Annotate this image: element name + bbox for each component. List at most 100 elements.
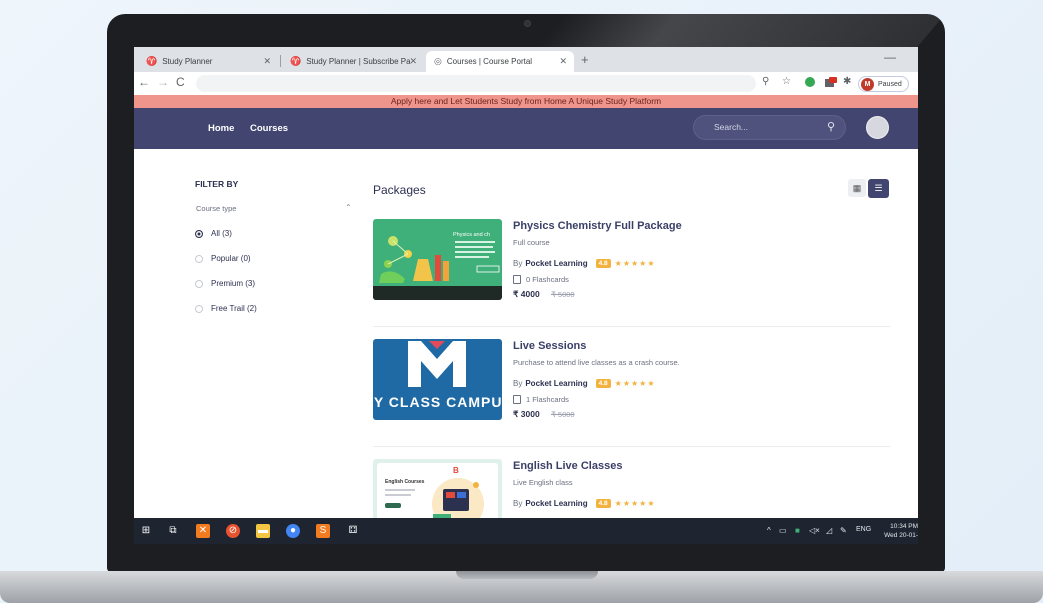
close-tab-icon[interactable]: ✕ — [409, 56, 417, 67]
author-name: Pocket Learning — [525, 259, 588, 268]
chrome-icon[interactable]: ● — [286, 524, 300, 538]
radio-unselected[interactable] — [195, 279, 203, 288]
study-planner-icon: ♈ — [146, 56, 158, 66]
browser-tab-bar: ♈ Study Planner ✕ ♈ Study Planner | Subs… — [134, 47, 918, 72]
radio-unselected[interactable] — [195, 254, 203, 263]
laptop-base — [0, 571, 1043, 603]
network-app-icon[interactable]: ⚃ — [346, 524, 360, 538]
thumbnail-caption: Physics and ch — [453, 232, 490, 238]
grid-view-icon[interactable]: ▦ — [848, 179, 866, 197]
volume-icon[interactable]: ◁× — [809, 526, 820, 535]
user-avatar[interactable] — [866, 116, 889, 139]
reload-icon[interactable]: C — [176, 75, 185, 89]
extension-green-icon[interactable] — [805, 77, 815, 87]
svg-text:B: B — [453, 466, 459, 475]
package-author-row: By Pocket Learning 4.8 ★★★★★ — [513, 379, 656, 388]
search-input[interactable] — [714, 122, 814, 132]
profile-avatar: M — [861, 77, 874, 91]
battery-icon[interactable]: ▭ — [779, 526, 787, 535]
package-price: ₹ 4000 ₹ 5000 — [513, 289, 575, 300]
language-indicator[interactable]: ENG — [856, 526, 871, 533]
tab-subscribe-package[interactable]: ♈ Study Planner | Subscribe Packag ✕ — [282, 51, 424, 72]
flashcard-icon — [513, 275, 521, 284]
star-rating-icon: ★★★★★ — [614, 259, 656, 268]
close-tab-icon[interactable]: ✕ — [263, 56, 271, 67]
current-price: ₹ 4000 — [513, 289, 540, 299]
task-view-icon[interactable]: ⧉ — [166, 524, 180, 538]
radio-unselected[interactable] — [195, 304, 203, 313]
filter-option-label: Popular (0) — [211, 254, 251, 263]
package-thumbnail-physics[interactable]: Physics and ch — [373, 219, 502, 300]
laptop-notch — [456, 571, 598, 579]
filter-option-free-trail[interactable]: Free Trail (2) — [195, 304, 257, 313]
old-price: ₹ 5000 — [551, 410, 575, 419]
star-rating-icon: ★★★★★ — [614, 499, 656, 508]
package-card[interactable]: Physics and ch Physics Chemistry Full Pa… — [373, 219, 890, 331]
package-price: ₹ 3000 ₹ 5000 — [513, 409, 575, 420]
tab-separator — [280, 55, 281, 67]
chevron-up-icon[interactable]: ^ — [767, 526, 771, 535]
nav-courses[interactable]: Courses — [250, 123, 288, 134]
package-card[interactable]: MY CLASS CAMPUS Live Sessions Purchase t… — [373, 339, 890, 451]
package-author-row: By Pocket Learning 4.8 ★★★★★ — [513, 259, 656, 268]
packages-heading: Packages — [373, 183, 426, 197]
chevron-up-icon[interactable]: ⌃ — [345, 203, 352, 212]
package-title[interactable]: Physics Chemistry Full Package — [513, 220, 682, 232]
by-label: By — [513, 379, 523, 388]
filter-option-all[interactable]: All (3) — [195, 229, 232, 238]
wifi-icon[interactable]: ◿ — [826, 526, 832, 535]
search-icon[interactable]: ⚲ — [827, 120, 835, 133]
globe-icon: ◎ — [434, 56, 442, 66]
package-title[interactable]: Live Sessions — [513, 340, 586, 352]
windows-start-icon[interactable]: ⊞ — [139, 524, 153, 538]
filter-option-label: All (3) — [211, 229, 232, 238]
back-icon[interactable]: ← — [138, 75, 150, 89]
minimize-icon[interactable]: — — [884, 50, 896, 64]
antivirus-icon[interactable]: ■ — [795, 526, 800, 535]
bookmark-star-icon[interactable]: ☆ — [782, 76, 791, 87]
tab-title: Study Planner | Subscribe Packag — [306, 57, 411, 66]
physics-chemistry-illustration: Physics and ch — [373, 219, 502, 300]
radio-selected[interactable] — [195, 229, 203, 238]
package-author-row: By Pocket Learning 4.8 ★★★★★ — [513, 499, 656, 508]
card-divider — [373, 446, 890, 447]
extensions-puzzle-icon[interactable]: ✱ — [843, 76, 851, 87]
tab-title: Courses | Course Portal — [446, 57, 533, 66]
forward-icon[interactable]: → — [157, 75, 169, 89]
sublime-text-icon[interactable]: S — [316, 524, 330, 538]
flashcards-count: 0 Flashcards — [513, 275, 569, 284]
study-planner-icon: ♈ — [290, 56, 302, 66]
webcam — [524, 20, 531, 27]
flashcards-label: 1 Flashcards — [526, 395, 569, 404]
filter-group-label: Course type — [196, 204, 237, 213]
by-label: By — [513, 259, 523, 268]
taskbar-clock[interactable]: 10:34 PM Wed 20-01- — [880, 522, 918, 540]
new-tab-icon[interactable]: + — [581, 52, 589, 67]
pen-icon[interactable]: ✎ — [840, 526, 847, 535]
tab-study-planner[interactable]: ♈ Study Planner ✕ — [138, 51, 278, 72]
rating-badge: 4.8 — [595, 499, 611, 508]
extension-notification-icon[interactable] — [825, 77, 837, 88]
address-bar[interactable] — [196, 75, 756, 92]
filter-option-popular[interactable]: Popular (0) — [195, 254, 251, 263]
tab-courses[interactable]: ◎ Courses | Course Portal ✕ — [426, 51, 574, 72]
card-divider — [373, 326, 890, 327]
announcement-banner: Apply here and Let Students Study from H… — [134, 95, 918, 108]
zoom-icon[interactable]: ⚲ — [762, 76, 769, 87]
author-name: Pocket Learning — [525, 499, 588, 508]
site-navbar: Home Courses ⚲ — [134, 108, 918, 149]
filter-option-premium[interactable]: Premium (3) — [195, 279, 255, 288]
nav-home[interactable]: Home — [208, 123, 234, 134]
star-rating-icon: ★★★★★ — [614, 379, 656, 388]
list-view-icon[interactable]: ☰ — [868, 179, 889, 198]
file-explorer-icon[interactable]: ▬ — [256, 524, 270, 538]
package-thumbnail-live-sessions[interactable]: MY CLASS CAMPUS — [373, 339, 502, 420]
flashcards-label: 0 Flashcards — [526, 275, 569, 284]
package-title[interactable]: English Live Classes — [513, 460, 622, 472]
laptop-screen: ♈ Study Planner ✕ ♈ Study Planner | Subs… — [134, 47, 918, 544]
profile-paused-button[interactable]: M Paused — [858, 76, 909, 92]
app-orange-icon[interactable]: ⊘ — [226, 524, 240, 538]
xampp-icon[interactable]: ✕ — [196, 524, 210, 538]
current-price: ₹ 3000 — [513, 409, 540, 419]
close-tab-icon[interactable]: ✕ — [559, 56, 567, 67]
